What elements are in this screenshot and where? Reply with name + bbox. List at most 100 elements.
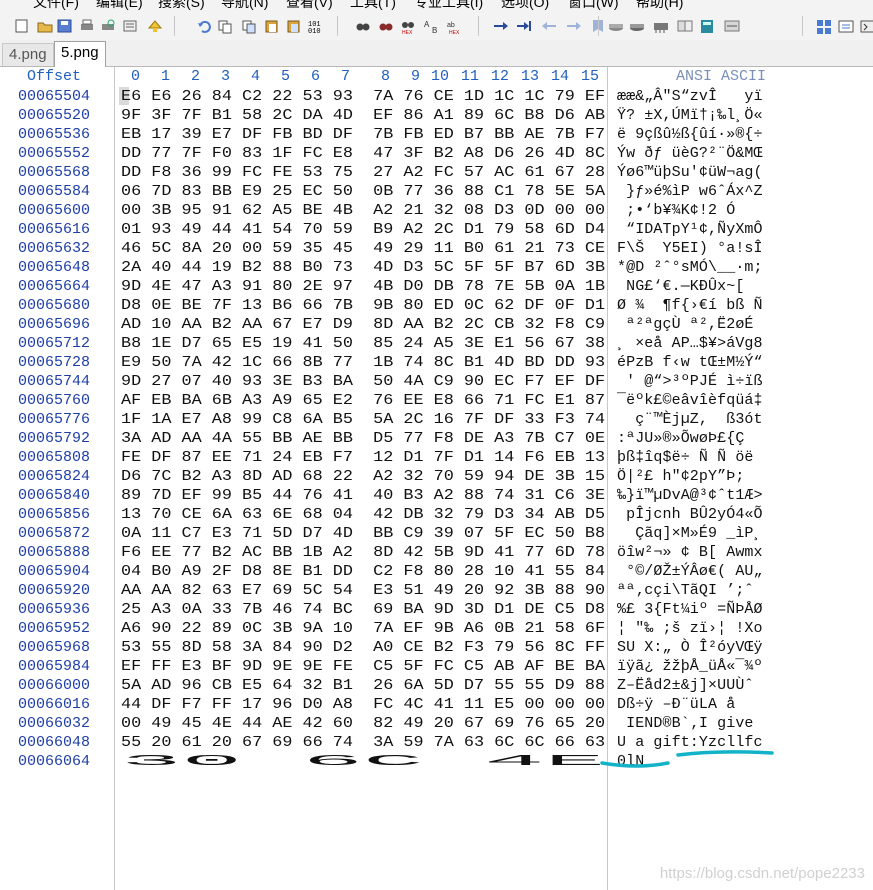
row-hex-bytes[interactable]: 55 20 61 20 67 69 66 74 3A 59 7A 63 6C 6… xyxy=(121,733,605,752)
row-ascii[interactable]: Ø ¾ ¶f{›€í bß Ñ xyxy=(617,296,763,315)
row-hex-bytes[interactable]: AF EB BA 6B A3 A9 65 E2 76 EE E8 66 71 F… xyxy=(121,391,605,410)
copy-icon[interactable] xyxy=(216,18,234,34)
compare-icon[interactable] xyxy=(676,18,694,34)
row-ascii[interactable]: Ö|²£ ­h"¢2pY”Þ; xyxy=(617,467,754,486)
menu-item-2[interactable]: 搜索(S) xyxy=(158,0,205,9)
goto-icon[interactable] xyxy=(492,18,510,34)
row-hex-bytes[interactable]: 00 3B 95 91 62 A5 BE 4B A2 21 32 08 D3 0… xyxy=(121,201,605,220)
row-hex-bytes[interactable]: B8 1E D7 65 E5 19 41 50 85 24 A5 3E E1 5… xyxy=(121,334,605,353)
save-icon[interactable] xyxy=(56,18,74,34)
tab-4-png[interactable]: 4.png xyxy=(2,43,54,66)
row-ascii[interactable]: SU X:„ Ò Î²óyVŒÿ xyxy=(617,638,763,657)
row-ascii[interactable]: öîw²¬» ¢ B[ Awmx xyxy=(617,543,763,562)
layout-icon[interactable] xyxy=(815,18,833,34)
row-hex-bytes[interactable]: D8 0E BE 7F 13 B6 66 7B 9B 80 ED 0C 62 D… xyxy=(121,296,605,315)
goto-offset-icon[interactable] xyxy=(515,18,533,34)
row-hex-bytes[interactable]: 5A AD 96 CB E5 64 32 B1 26 6A 5D D7 55 5… xyxy=(121,676,605,695)
copy-hex-icon[interactable] xyxy=(240,18,258,34)
row-ascii[interactable]: þß‡îq$ë÷ Ñ Ñ öë xyxy=(617,448,763,467)
properties-icon[interactable] xyxy=(121,18,139,34)
row-hex-bytes[interactable]: 89 7D EF 99 B5 44 76 41 40 B3 A2 88 74 3… xyxy=(121,486,605,505)
replace-hex-icon[interactable]: ab HEX xyxy=(446,18,464,34)
row-ascii[interactable]: IEND®B`‚I give xyxy=(617,714,763,733)
row-hex-bytes[interactable]: 44 DF F7 FF 17 96 D0 A8 FC 4C 41 11 E5 0… xyxy=(121,695,605,714)
disk-open-icon[interactable] xyxy=(628,18,646,34)
row-hex-bytes[interactable]: AD 10 AA B2 AA 67 E7 D9 8D AA B2 2C CB 3… xyxy=(121,315,605,334)
binary-icon[interactable]: 101 010 xyxy=(307,18,325,34)
row-ascii[interactable]: *@D ²ˆ°sMÓ\__·m; xyxy=(617,258,763,277)
row-ascii[interactable]: ¯ëºk£©eâvîèfqüá‡ xyxy=(617,391,763,410)
row-hex-bytes[interactable]: 2A 40 44 19 B2 88 B0 73 4D D3 5C 5F 5F B… xyxy=(121,258,605,277)
paste-hex-icon[interactable] xyxy=(285,18,303,34)
calculator-icon[interactable] xyxy=(698,18,716,34)
menu-item-9[interactable]: 帮助(H) xyxy=(636,0,683,9)
menu-item-6[interactable]: 专业工具(I) xyxy=(414,0,483,9)
find-icon[interactable] xyxy=(354,18,372,34)
undo-icon[interactable] xyxy=(196,18,214,34)
row-ascii[interactable]: ïÿã¿ žžþÅ_üÅ«¯¾º xyxy=(617,657,763,676)
find-hex-icon[interactable]: HEX xyxy=(399,18,417,34)
row-ascii[interactable]: %£ 3{Ft¼iº =ÑÞÅØ xyxy=(617,600,763,619)
row-ascii[interactable]: NG£‘€.—KÐÛx~[ xyxy=(617,277,763,296)
row-ascii[interactable]: ¸ ×eå AP…$¥>áVg8 xyxy=(617,334,763,353)
settings-icon[interactable] xyxy=(837,18,855,34)
row-ascii[interactable]: :­ªJU»®»ÕwøÞ£{Ç xyxy=(617,429,754,448)
row-hex-bytes[interactable]: 0A 11 C7 E3 71 5D D7 4D BB C9 39 07 5F E… xyxy=(121,524,605,543)
row-hex-bytes[interactable]: EB 17 39 E7 DF FB BD DF 7B FB ED B7 BB A… xyxy=(121,125,605,144)
row-hex-bytes[interactable]: FE DF 87 EE 71 24 EB F7 12 D1 7F D1 14 F… xyxy=(121,448,605,467)
row-hex-bytes[interactable]: 9F 3F 7F B1 58 2C DA 4D EF 86 A1 89 6C B… xyxy=(121,106,605,125)
row-ascii[interactable]: ;•‘b¥¾K¢!2 Ó xyxy=(617,201,763,220)
export-icon[interactable] xyxy=(146,18,164,34)
row-ascii[interactable]: F\Š Y5EI) °a!sÎ xyxy=(617,239,763,258)
row-ascii[interactable]: ë 9çßû½ß{ûí·»®{÷ xyxy=(617,125,763,144)
row-hex-bytes[interactable]: DD F8 36 99 FC FE 53 75 27 A2 FC 57 AC 6… xyxy=(121,163,605,182)
row-hex-bytes[interactable]: 06 7D 83 BB E9 25 EC 50 0B 77 36 88 C1 7… xyxy=(121,182,605,201)
row-hex-bytes[interactable]: E6 E6 26 84 C2 22 53 93 7A 76 CE 1D 1C 1… xyxy=(121,87,605,106)
new-file-icon[interactable] xyxy=(13,18,31,34)
row-ascii[interactable]: ‰}ï™µDvA@³¢ˆt1Æ> xyxy=(617,486,763,505)
tab-5-png[interactable]: 5.png xyxy=(54,41,106,67)
row-hex-bytes[interactable]: 1F 1A E7 A8 99 C8 6A B5 5A 2C 16 7F DF 3… xyxy=(121,410,605,429)
open-folder-icon[interactable] xyxy=(36,18,54,34)
row-ascii[interactable]: ¦ "‰ ;š zï›¦ !Xo xyxy=(617,619,763,638)
find-replace-icon[interactable] xyxy=(377,18,395,34)
row-ascii[interactable]: Ýw ðƒ üèG?²¨Ö&MŒ xyxy=(617,144,763,163)
menu-item-1[interactable]: 编辑(E) xyxy=(96,0,143,9)
replace-text-icon[interactable]: AB xyxy=(423,18,441,34)
row-hex-bytes[interactable]: 53 55 8D 58 3A 84 90 D2 A0 CE B2 F3 79 5… xyxy=(121,638,605,657)
row-hex-bytes[interactable]: 3A AD AA 4A 55 BB AE BB D5 77 F8 DE A3 7… xyxy=(121,429,605,448)
row-hex-bytes[interactable]: A6 90 22 89 0C 3B 9A 10 7A EF 9B A6 0B 2… xyxy=(121,619,605,638)
row-hex-bytes[interactable]: 46 5C 8A 20 00 59 35 45 49 29 11 B0 61 2… xyxy=(121,239,605,258)
row-hex-bytes[interactable]: 25 A3 0A 33 7B 46 74 BC 69 BA 9D 3D D1 D… xyxy=(121,600,605,619)
menu-item-5[interactable]: 工具(T) xyxy=(350,0,396,9)
row-hex-bytes[interactable]: 9D 27 07 40 93 3E B3 BA 50 4A C9 90 EC F… xyxy=(121,372,605,391)
row-hex-bytes[interactable]: DD 77 7F F0 83 1F FC E8 47 3F B2 A8 D6 2… xyxy=(121,144,605,163)
menu-item-0[interactable]: 文件(F) xyxy=(33,0,79,9)
row-hex-bytes[interactable]: EF FF E3 BF 9D 9E 9E FE C5 5F FC C5 AB A… xyxy=(121,657,605,676)
row-hex-bytes[interactable]: 00 49 45 4E 44 AE 42 60 82 49 20 67 69 7… xyxy=(121,714,605,733)
paste-icon[interactable] xyxy=(263,18,281,34)
row-ascii[interactable]: ææ&„Â"S“zvÎ yï xyxy=(617,87,763,106)
options-icon[interactable] xyxy=(859,18,873,34)
hex-editor[interactable]: Offset 0 1 2 3 4 5 6 7 8 9 10 11 12 13 14 15 ANSI ASCII… xyxy=(0,67,873,890)
row-ascii[interactable]: Dß÷ÿ –Ð¨üLA å xyxy=(617,695,763,714)
print-icon[interactable] xyxy=(78,18,96,34)
row-hex-bytes[interactable]: F6 EE 77 B2 AC BB 1B A2 8D 42 5B 9D 41 7… xyxy=(121,543,605,562)
back-icon[interactable] xyxy=(540,18,558,34)
row-ascii[interactable]: ªª‚cçi\TãQI ’;ˆ xyxy=(617,581,763,600)
menu-item-8[interactable]: 窗口(W) xyxy=(568,0,619,9)
row-hex-bytes[interactable]: 01 93 49 44 41 54 70 59 B9 A2 2C D1 79 5… xyxy=(121,220,605,239)
row-hex-bytes[interactable]: 9D 4E 47 A3 91 80 2E 97 4B D0 DB 78 7E 5… xyxy=(121,277,605,296)
row-ascii[interactable]: °©/ØŽ±ÝÂø€( AU„ xyxy=(617,562,763,581)
disk-icon[interactable] xyxy=(607,18,625,34)
row-ascii[interactable]: ­ ª²ªgçÙ ª²,Ë2øÉ xyxy=(617,315,754,334)
row-hex-bytes[interactable]: 30 6C 4E xyxy=(121,752,605,771)
row-ascii[interactable]: ' @“>³ºPJÉ ì÷ïß xyxy=(617,372,763,391)
row-ascii[interactable]: éPzB f‹w tŒ±M½Ý“ xyxy=(617,353,763,372)
row-ascii[interactable]: Ÿ? ±X,ÚMï†¡‰l¸Ö« xyxy=(617,106,763,125)
row-ascii[interactable]: Çãq]×M»É9 _ìP¸ xyxy=(617,524,763,543)
row-ascii[interactable]: ç¨™ÈjµZ, ß3ót xyxy=(617,410,763,429)
print-preview-icon[interactable] xyxy=(99,18,117,34)
menu-item-3[interactable]: 导航(N) xyxy=(221,0,268,9)
row-ascii[interactable]: Z­–Ëåd2±&j]×UUÙˆ xyxy=(617,676,754,695)
